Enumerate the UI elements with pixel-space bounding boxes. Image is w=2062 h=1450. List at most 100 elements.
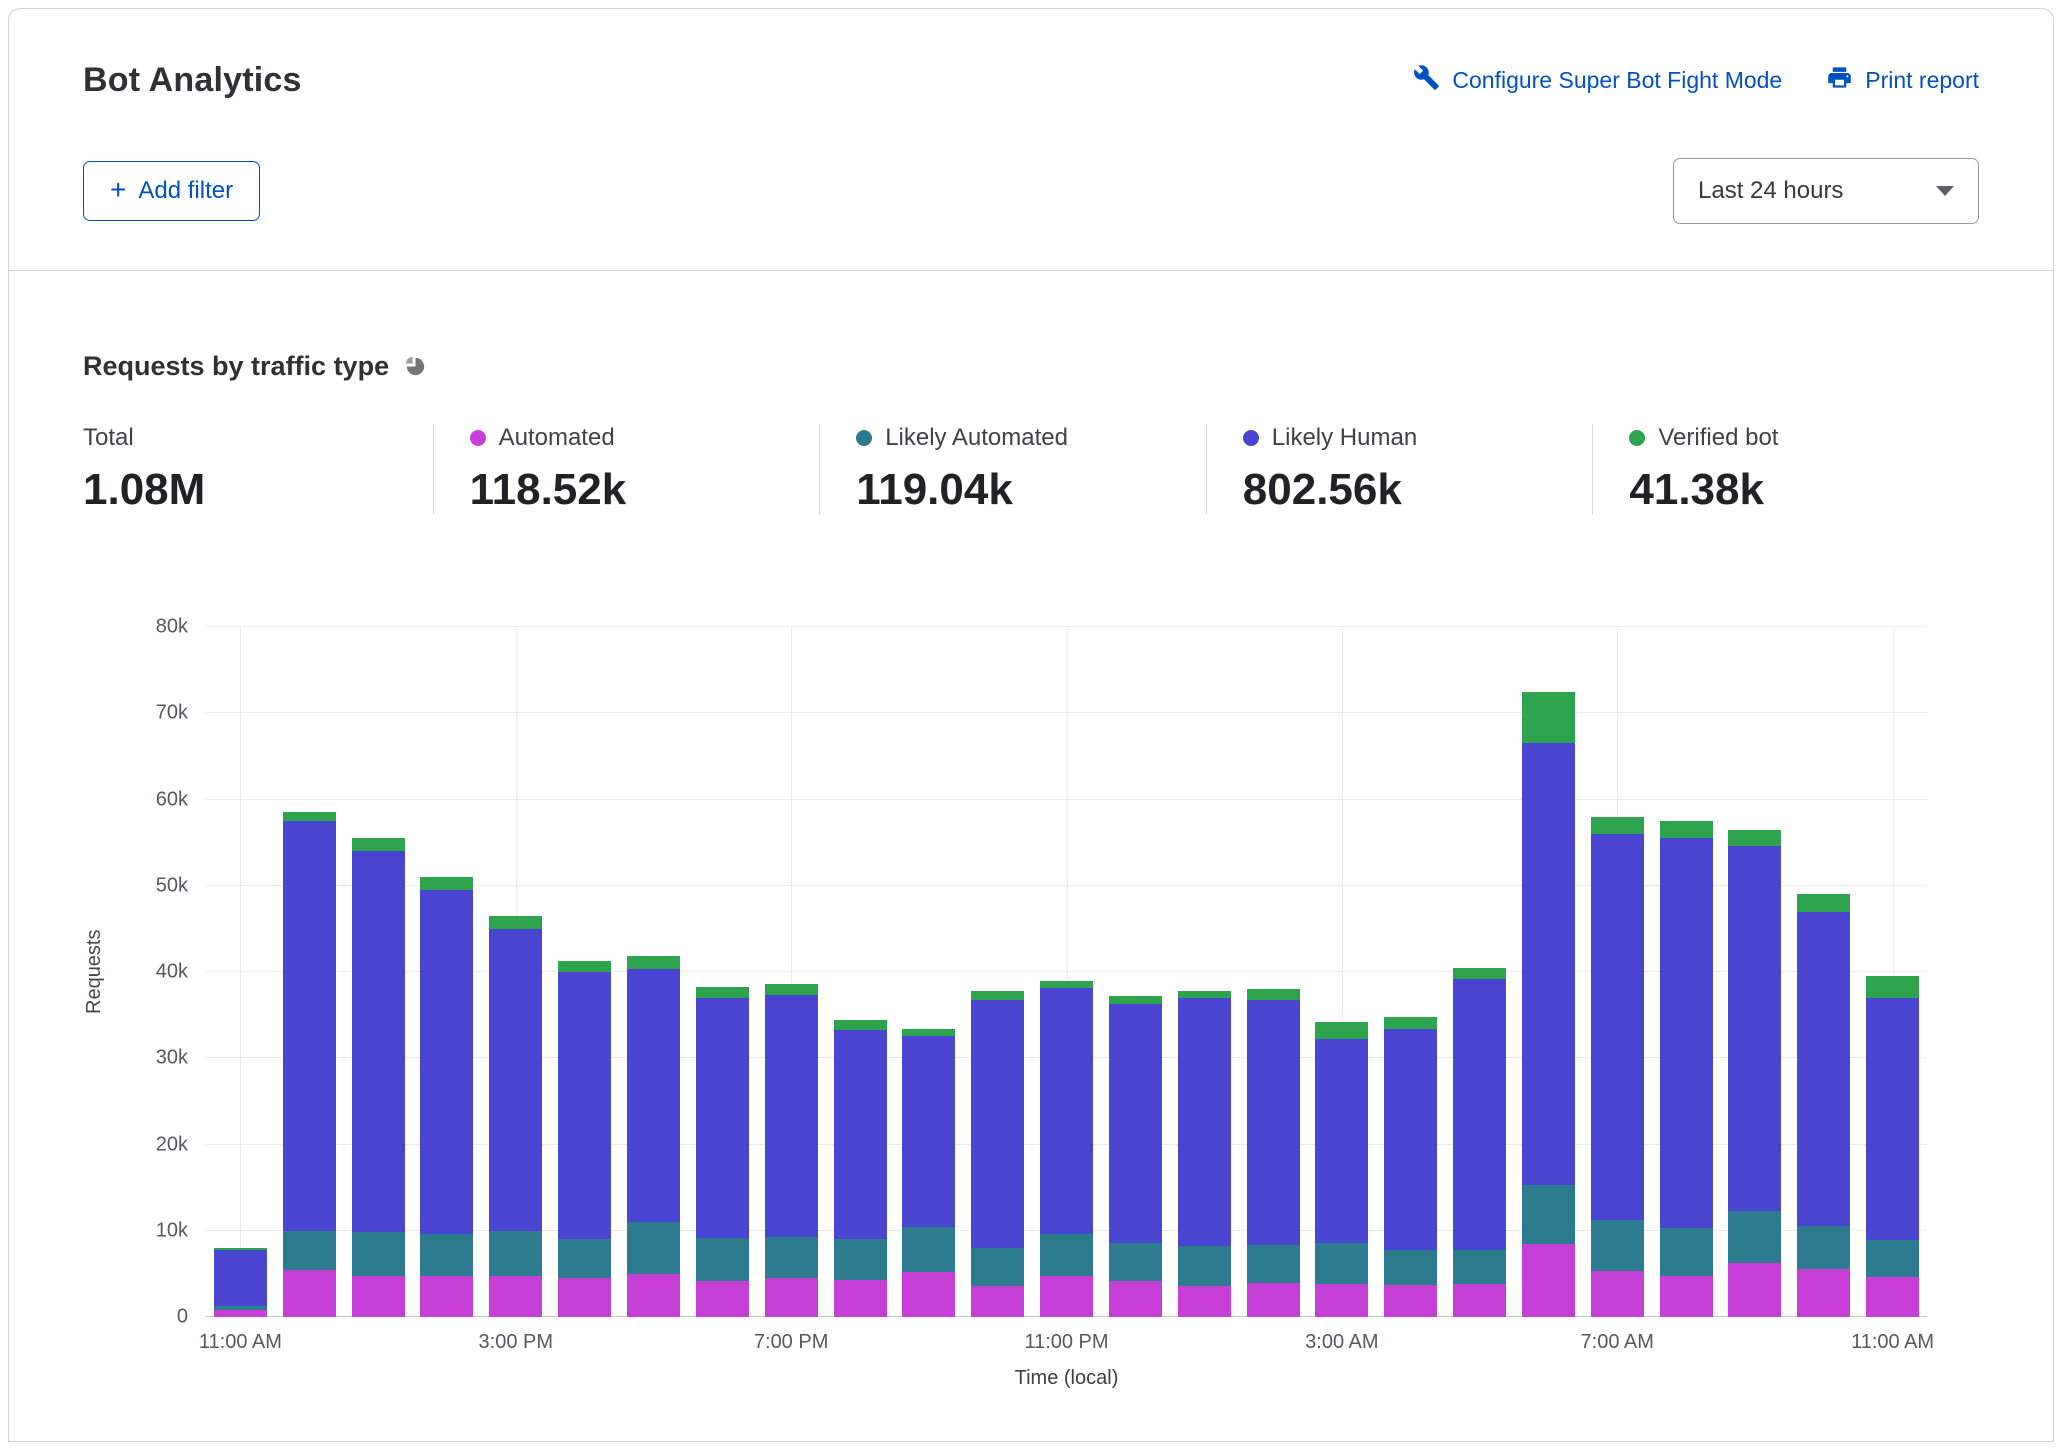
bar-8-00-pm[interactable] [826,627,895,1317]
stacked-bar [765,627,818,1317]
bar-7-00-am[interactable] [1583,627,1652,1317]
bar-5-00-pm[interactable] [619,627,688,1317]
likely-human-segment [489,929,542,1231]
legend-dot-likely-human [1243,430,1259,446]
y-tick-label: 80k [156,616,188,639]
bar-2-00-pm[interactable] [413,627,482,1317]
y-tick-label: 40k [156,961,188,984]
plot-area [206,627,1927,1317]
likely-automated-segment [971,1248,1024,1286]
print-report-link[interactable]: Print report [1826,64,1979,97]
automated-segment [214,1310,267,1317]
automated-segment [1384,1285,1437,1317]
likely-human-segment [1797,912,1850,1226]
stacked-bar [1384,627,1437,1317]
bar-11-00-am[interactable] [206,627,275,1317]
stat-label: Likely Human [1272,424,1417,452]
stacked-bar [420,627,473,1317]
stacked-bar [1797,627,1850,1317]
y-tick-label: 30k [156,1047,188,1070]
stacked-bar [1866,627,1919,1317]
page-title: Bot Analytics [83,61,302,100]
stat-value: 802.56k [1243,465,1593,515]
likely-automated-segment [1591,1220,1644,1272]
bar-11-00-pm[interactable] [1032,627,1101,1317]
likely-automated-segment [1247,1245,1300,1283]
stacked-bar [1178,627,1231,1317]
stat-label: Total [83,424,134,452]
automated-segment [1040,1276,1093,1317]
stacked-bar [1728,627,1781,1317]
stacked-bar [283,627,336,1317]
verified-bot-segment [902,1029,955,1036]
likely-human-segment [834,1030,887,1240]
automated-segment [834,1280,887,1317]
x-tick-label: 3:00 PM [479,1331,553,1354]
automated-segment [627,1274,680,1317]
likely-automated-segment [1522,1185,1575,1244]
likely-human-segment [558,972,611,1239]
bar-7-00-pm[interactable] [757,627,826,1317]
bar-6-00-am[interactable] [1514,627,1583,1317]
likely-human-segment [1728,846,1781,1211]
stacked-bar [1040,627,1093,1317]
legend-dot-likely-automated [856,430,872,446]
bar-12-00-pm[interactable] [275,627,344,1317]
automated-segment [1109,1281,1162,1317]
likely-automated-segment [1453,1250,1506,1285]
configure-super-bot-fight-mode-link[interactable]: Configure Super Bot Fight Mode [1413,64,1782,97]
bar-4-00-am[interactable] [1376,627,1445,1317]
automated-segment [1660,1276,1713,1317]
bar-1-00-am[interactable] [1170,627,1239,1317]
bar-9-00-am[interactable] [1721,627,1790,1317]
automated-segment [420,1276,473,1317]
likely-automated-segment [1660,1228,1713,1275]
y-axis-title: Requests [83,627,110,1317]
bar-3-00-pm[interactable] [481,627,550,1317]
bar-10-00-am[interactable] [1789,627,1858,1317]
automated-segment [971,1286,1024,1317]
likely-human-segment [1247,1000,1300,1245]
bar-9-00-pm[interactable] [894,627,963,1317]
bar-12-00-am[interactable] [1101,627,1170,1317]
likely-automated-segment [902,1227,955,1272]
verified-bot-segment [834,1020,887,1029]
bar-4-00-pm[interactable] [550,627,619,1317]
stacked-bar [696,627,749,1317]
automated-segment [1728,1263,1781,1317]
bar-5-00-am[interactable] [1445,627,1514,1317]
verified-bot-segment [1040,981,1093,988]
stacked-bar [352,627,405,1317]
x-axis-title: Time (local) [206,1367,1927,1390]
time-range-select[interactable]: Last 24 hours [1673,158,1979,224]
automated-segment [1247,1283,1300,1318]
automated-segment [352,1276,405,1317]
add-filter-button[interactable]: + Add filter [83,161,260,221]
stat-value: 119.04k [856,465,1206,515]
stats-row: Total 1.08M Automated 118.52k Likely Aut… [83,424,1979,515]
verified-bot-segment [558,961,611,972]
likely-automated-segment [765,1237,818,1278]
likely-automated-segment [1315,1243,1368,1284]
likely-automated-segment [489,1231,542,1276]
bar-3-00-am[interactable] [1308,627,1377,1317]
bar-1-00-pm[interactable] [344,627,413,1317]
bar-6-00-pm[interactable] [688,627,757,1317]
stat-label: Automated [499,424,615,452]
likely-human-segment [1040,988,1093,1235]
bar-10-00-pm[interactable] [963,627,1032,1317]
likely-human-segment [696,998,749,1238]
verified-bot-segment [489,916,542,929]
likely-automated-segment [1109,1243,1162,1281]
pie-chart-icon [403,354,428,379]
bar-8-00-am[interactable] [1652,627,1721,1317]
likely-human-segment [1660,838,1713,1228]
likely-automated-segment [1040,1234,1093,1275]
bot-analytics-card: Bot Analytics Configure Super Bot Fight … [8,8,2054,1442]
verified-bot-segment [420,877,473,890]
header-section: Bot Analytics Configure Super Bot Fight … [9,9,2053,271]
bar-11-00-am[interactable] [1858,627,1927,1317]
stacked-bar [627,627,680,1317]
likely-human-segment [214,1250,267,1306]
bar-2-00-am[interactable] [1239,627,1308,1317]
